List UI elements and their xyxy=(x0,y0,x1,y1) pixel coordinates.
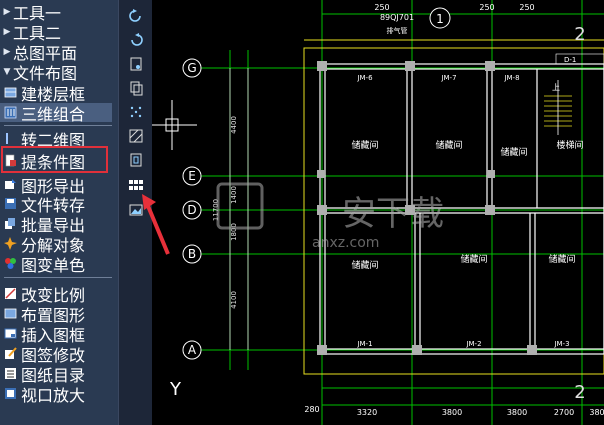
bottom-dim: 3800 xyxy=(507,408,527,417)
insert-frame-icon xyxy=(4,328,17,339)
menu-item-insert-frame[interactable]: 插入图框 xyxy=(0,324,85,345)
hatch-icon xyxy=(129,129,143,143)
top-dim-2: 250 xyxy=(479,3,494,12)
dots-icon xyxy=(130,106,142,118)
bottom-dim: 2700 xyxy=(554,408,574,417)
vert-dim: 4400 xyxy=(230,116,238,134)
window-label: JM-7 xyxy=(440,74,456,82)
watermark-text: 安下载 xyxy=(342,194,444,234)
monochrome-icon xyxy=(5,258,16,269)
floor-frame-icon xyxy=(4,87,17,98)
room-name: 储藏间 xyxy=(351,259,378,271)
top-dim-3: 250 xyxy=(519,3,534,12)
hatch-button[interactable] xyxy=(125,126,147,146)
menu-item-place-graphics[interactable]: 布置图形 xyxy=(0,304,85,325)
undo-button[interactable] xyxy=(125,6,147,26)
redo-icon xyxy=(131,33,143,46)
to-2d-icon xyxy=(6,133,8,144)
open-file-button[interactable] xyxy=(125,54,147,74)
bottom-dim: 280 xyxy=(304,405,319,414)
top-dim-1: 250 xyxy=(374,3,389,12)
menu-item-batch-export[interactable]: 批量导出 xyxy=(0,214,85,235)
top-note: 89QJ701 xyxy=(380,13,414,22)
axis-label-A: A xyxy=(188,343,197,357)
door-mark: D-1 xyxy=(564,56,576,64)
catalog-icon xyxy=(5,368,16,379)
scale-icon xyxy=(5,288,16,299)
bottom-dim: 3800 xyxy=(442,408,462,417)
menu-separator xyxy=(4,277,112,278)
axis-label-B: B xyxy=(188,247,196,261)
window-label: JM-6 xyxy=(356,74,373,82)
explode-icon xyxy=(4,237,17,250)
copy-file-button[interactable] xyxy=(125,78,147,98)
export-graphics-icon xyxy=(5,179,16,189)
3d-combine-icon xyxy=(4,106,17,119)
vert-dim: 1400 xyxy=(230,186,238,204)
room-name: 储藏间 xyxy=(460,253,487,265)
menu-group-file-layout[interactable]: ▼ 文件布图 xyxy=(0,62,77,83)
column-label-2-bottom: 2 xyxy=(574,382,585,403)
menu-item-3d-combine[interactable]: 三维组合 xyxy=(0,103,112,124)
undo-icon xyxy=(129,9,141,22)
stair-label: 上 xyxy=(552,83,560,92)
menu-item-viewport-zoom[interactable]: 视口放大 xyxy=(0,384,85,405)
column-label-2-top: 2 xyxy=(574,24,585,45)
window-label: JM-8 xyxy=(503,74,519,82)
menu-group-site-plan[interactable]: ▶ 总图平面 xyxy=(0,42,77,63)
file-icon xyxy=(130,57,142,71)
menu-group-tools-one[interactable]: ▶ 工具一 xyxy=(0,2,61,23)
menu-item-file-save-as[interactable]: 文件转存 xyxy=(0,194,85,215)
viewport-zoom-icon xyxy=(5,388,16,399)
menu-item-drawing-catalog[interactable]: 图纸目录 xyxy=(0,364,85,385)
crosshair-cursor xyxy=(152,100,197,150)
vert-dim: 1800 xyxy=(230,223,238,241)
cad-drawing-canvas[interactable]: 上 D-1 G E D B A 1 2 2 250 250 250 89QJ70… xyxy=(152,0,604,425)
expand-arrow-icon: ▶ xyxy=(3,46,11,57)
room-name: 储藏间 xyxy=(500,146,527,158)
watermark: 安下载 anxz.com xyxy=(216,182,444,251)
top-note-2: 排气管 xyxy=(387,26,408,35)
menu-item-change-scale[interactable]: 改变比例 xyxy=(0,284,85,305)
place-graphics-icon xyxy=(4,308,17,319)
vert-dim: 4100 xyxy=(230,291,238,309)
redo-button[interactable] xyxy=(125,30,147,50)
window-label: JM-2 xyxy=(465,340,481,348)
menu-item-build-floor-frame[interactable]: 建楼层框 xyxy=(0,83,85,104)
ucs-y-label: Y xyxy=(169,379,182,400)
column-label-1: 1 xyxy=(436,12,444,26)
expand-arrow-icon: ▶ xyxy=(3,6,11,17)
axis-label-D: D xyxy=(187,203,196,217)
room-name: 储藏间 xyxy=(435,139,462,151)
tool-menu-panel: ▶ 工具一 ▶ 工具二 ▶ 总图平面 ▼ 文件布图 建楼层框 三维组合 转二维图 提条件… xyxy=(0,0,118,425)
menu-item-explode-object[interactable]: 分解对象 xyxy=(0,234,85,255)
expand-arrow-icon: ▶ xyxy=(3,26,11,37)
save-as-icon xyxy=(5,198,16,209)
room-name: 储藏间 xyxy=(548,253,575,265)
batch-export-icon xyxy=(5,218,15,229)
highlight-annotation-box xyxy=(1,146,108,173)
window-label: JM-1 xyxy=(356,340,372,348)
collapse-arrow-icon: ▼ xyxy=(3,66,11,77)
window-label: JM-3 xyxy=(553,340,569,348)
floor-plan-drawing: 上 D-1 G E D B A 1 2 2 250 250 250 89QJ70… xyxy=(152,0,604,425)
copy-icon xyxy=(130,81,143,96)
menu-item-monochrome[interactable]: 图变单色 xyxy=(0,254,85,275)
edit-title-block-icon xyxy=(5,347,17,359)
layer-icon xyxy=(130,153,142,167)
axis-label-E: E xyxy=(188,169,196,183)
room-name: 储藏间 xyxy=(351,139,378,151)
menu-item-edit-title-block[interactable]: 图签修改 xyxy=(0,344,85,365)
layer-button[interactable] xyxy=(125,150,147,170)
room-name: 楼梯间 xyxy=(556,139,583,151)
bottom-dim: 3320 xyxy=(357,408,377,417)
axis-label-G: G xyxy=(187,61,196,75)
menu-group-tools-two[interactable]: ▶ 工具二 xyxy=(0,22,61,43)
watermark-sub: anxz.com xyxy=(312,235,379,251)
bottom-dim: 380 xyxy=(589,408,604,417)
snap-button[interactable] xyxy=(125,102,147,122)
red-arrow-annotation xyxy=(142,194,170,255)
